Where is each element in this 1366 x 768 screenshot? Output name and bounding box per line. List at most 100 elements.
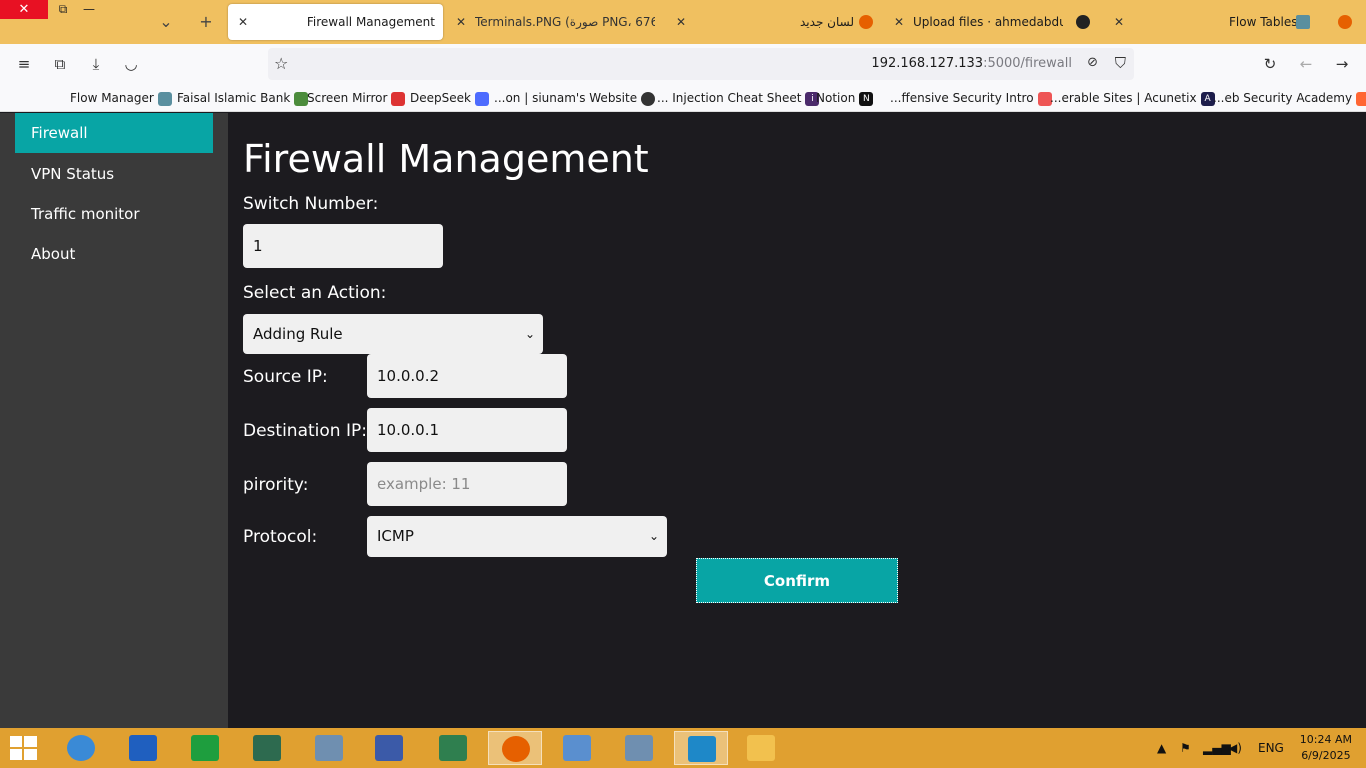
notion-icon: N — [859, 91, 874, 106]
tray-chevron-icon[interactable]: ▲ — [1157, 728, 1166, 768]
priority-input[interactable] — [367, 462, 567, 506]
bookmark-item[interactable]: ...ffensive Security Intro — [890, 84, 1052, 112]
url-host: 192.168.127.133 — [871, 56, 984, 71]
taskbar-app-vmware[interactable] — [674, 731, 728, 765]
url-text[interactable]: 192.168.127.133:5000/firewall — [871, 48, 1072, 80]
arrow-right-icon: → — [1335, 55, 1349, 73]
bookmark-item[interactable]: DeepSeek — [410, 84, 489, 112]
screen-mirror-icon — [391, 91, 406, 106]
taskbar-app-network[interactable] — [362, 731, 416, 765]
github-icon — [1076, 15, 1090, 29]
film-icon — [315, 735, 343, 761]
bookmark-star-icon[interactable]: ☆ — [274, 54, 288, 73]
vmware-icon — [688, 736, 716, 762]
pocket-button[interactable]: ◡ — [121, 54, 141, 74]
window-restore-button[interactable]: ⧉ — [50, 0, 76, 19]
tab-close-icon[interactable]: ✕ — [676, 4, 686, 40]
firefox-icon — [1338, 15, 1352, 29]
url-bar[interactable]: ☆ 192.168.127.133:5000/firewall ⊘ ⛉ — [268, 48, 1134, 80]
volume-icon[interactable]: ◀) — [1228, 728, 1242, 768]
store-icon — [191, 735, 219, 761]
shield-icon[interactable]: ⛉ — [1115, 54, 1126, 72]
clock-date: 6/9/2025 — [1301, 749, 1351, 762]
sidebar-item-traffic-monitor[interactable]: Traffic monitor — [15, 194, 213, 234]
taskbar-app-keyboard[interactable] — [550, 731, 604, 765]
tab-close-icon[interactable]: ✕ — [1114, 4, 1124, 40]
bookmark-item[interactable]: ...on | siunam's Website — [494, 84, 656, 112]
forward-button[interactable]: ← — [1296, 54, 1316, 74]
source-ip-input[interactable] — [367, 354, 567, 398]
action-select[interactable]: Adding Rule ⌄ — [243, 314, 543, 354]
window-minimize-button[interactable]: — — [76, 0, 102, 19]
action-label: Select an Action: — [243, 283, 387, 303]
bookmark-item[interactable]: ... Injection Cheat Sheet i — [657, 84, 820, 112]
url-path: :5000/firewall — [983, 56, 1072, 71]
signal-icon[interactable]: ▂▄▆ — [1203, 728, 1231, 768]
chevron-down-icon: ⌄ — [159, 12, 173, 31]
sidebar-item-firewall[interactable]: Firewall — [15, 113, 213, 153]
taskbar-app-browser[interactable] — [54, 731, 108, 765]
clock-time: 10:24 AM — [1299, 733, 1352, 746]
taskbar-app-defender[interactable] — [116, 731, 170, 765]
tab-title: Upload files · ahmedabdulwh — [913, 15, 1063, 29]
flow-icon — [157, 91, 172, 106]
restore-icon: ⧉ — [58, 2, 68, 16]
taskbar-app-store[interactable] — [178, 731, 232, 765]
reload-button[interactable]: ↻ — [1260, 54, 1280, 74]
chevron-down-icon: ⌄ — [524, 327, 535, 341]
tab-close-icon[interactable]: ✕ — [238, 4, 248, 40]
folder-icon — [747, 735, 775, 761]
taskbar: ▲ ⚑ ▂▄▆ ◀) ENG 10:24 AM 6/9/2025 — [0, 728, 1366, 768]
tab-title: لسان جديد — [800, 15, 854, 29]
extensions-button[interactable]: ⧉ — [50, 54, 70, 74]
destination-ip-input[interactable] — [367, 408, 567, 452]
action-select-value: Adding Rule — [253, 325, 343, 343]
priority-label: pirority: — [243, 475, 309, 495]
bookmark-item[interactable]: ...erable Sites | Acunetix A — [1050, 84, 1215, 112]
clock[interactable]: 10:24 AM 6/9/2025 — [1300, 732, 1352, 764]
window-close-button[interactable]: ✕ — [0, 0, 48, 19]
bookmarks-toolbar: Flow Manager Faisal Islamic Bank Screen … — [0, 84, 1366, 112]
tab-close-icon[interactable]: ✕ — [456, 4, 466, 40]
menu-button[interactable]: ≡ — [14, 54, 34, 74]
list-tabs-button[interactable]: ⌄ — [156, 12, 176, 32]
sidebar-item-vpn-status[interactable]: VPN Status — [15, 154, 213, 194]
tab-title: Flow Tables — [1229, 15, 1298, 29]
taskbar-app-books[interactable] — [240, 731, 294, 765]
downloads-button[interactable]: ⤓ — [86, 54, 106, 74]
network-icon — [375, 735, 403, 761]
page-title: Firewall Management — [243, 137, 649, 181]
tab-new-tab[interactable]: لسان جديد — [700, 4, 880, 40]
sidebar: Firewall VPN Status Traffic monitor Abou… — [0, 113, 228, 728]
back-button[interactable]: → — [1332, 54, 1352, 74]
taskbar-app-video2[interactable] — [612, 731, 666, 765]
close-icon: ✕ — [18, 2, 30, 17]
bookmark-item[interactable]: Notion N — [816, 84, 874, 112]
pocket-icon: ◡ — [124, 55, 138, 73]
bookmark-item[interactable]: Faisal Islamic Bank — [177, 84, 309, 112]
new-tab-button[interactable]: + — [196, 12, 216, 32]
bookmark-item[interactable]: Flow Manager — [70, 84, 172, 112]
tab-close-icon[interactable]: ✕ — [894, 4, 904, 40]
language-indicator[interactable]: ENG — [1258, 728, 1284, 768]
tab-title: Terminals.PNG (صورة PNG، 676×7 — [475, 15, 655, 29]
flag-icon[interactable]: ⚑ — [1180, 728, 1191, 768]
chart-icon — [439, 735, 467, 761]
protocol-select[interactable]: ICMP ⌄ — [367, 516, 667, 557]
taskbar-app-explorer[interactable] — [734, 731, 788, 765]
sidebar-item-about[interactable]: About — [15, 234, 213, 274]
tab-terminals-png[interactable]: ✕ Terminals.PNG (صورة PNG، 676×7 ✕ — [452, 4, 692, 40]
confirm-button[interactable]: Confirm — [696, 558, 898, 603]
permissions-icon[interactable]: ⊘ — [1087, 55, 1098, 70]
windows-start-icon[interactable] — [10, 736, 38, 760]
tab-flow-tables[interactable]: Flow Tables — [1138, 4, 1328, 40]
bookmark-item[interactable]: ...eb Security Academy — [1213, 84, 1366, 112]
tab-firewall-management[interactable]: ✕ Firewall Management — [228, 4, 443, 40]
switch-number-input[interactable] — [243, 224, 443, 268]
taskbar-app-video[interactable] — [302, 731, 356, 765]
taskbar-app-firefox[interactable] — [488, 731, 542, 765]
taskbar-app-monitor[interactable] — [426, 731, 480, 765]
tab-upload-files[interactable]: ✕ Upload files · ahmedabdulwh ✕ — [890, 4, 1130, 40]
film-icon — [625, 735, 653, 761]
bookmark-item[interactable]: Screen Mirror — [307, 84, 406, 112]
